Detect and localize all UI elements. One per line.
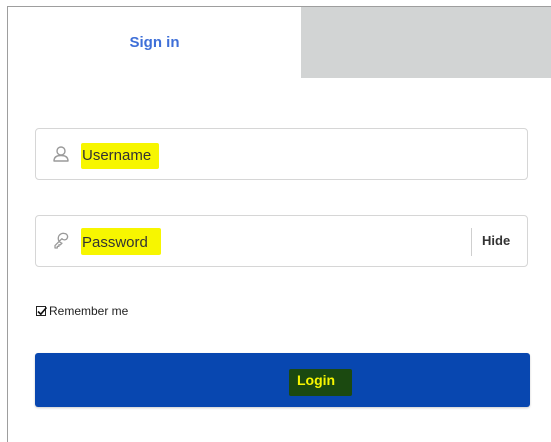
- key-icon: [51, 231, 71, 251]
- checkmark-icon: [37, 306, 48, 316]
- hide-password-button[interactable]: Hide: [482, 233, 510, 248]
- login-button-label: Login: [297, 372, 336, 388]
- remember-me-checkbox[interactable]: [36, 306, 48, 316]
- tab-sign-in-label: Sign in: [129, 34, 180, 51]
- password-toggle-divider: [471, 228, 472, 256]
- login-panel: Sign in Hide Remember me: [0, 0, 551, 442]
- login-button[interactable]: Login: [35, 353, 530, 407]
- username-input[interactable]: [82, 141, 462, 169]
- user-icon: [51, 144, 71, 164]
- remember-me-label: Remember me: [49, 304, 129, 318]
- remember-me[interactable]: Remember me: [36, 304, 128, 318]
- tab-inactive[interactable]: [301, 7, 551, 78]
- username-field[interactable]: [35, 128, 528, 180]
- tab-sign-in[interactable]: Sign in: [8, 7, 301, 78]
- password-input[interactable]: [82, 228, 452, 256]
- password-field[interactable]: Hide: [35, 215, 528, 267]
